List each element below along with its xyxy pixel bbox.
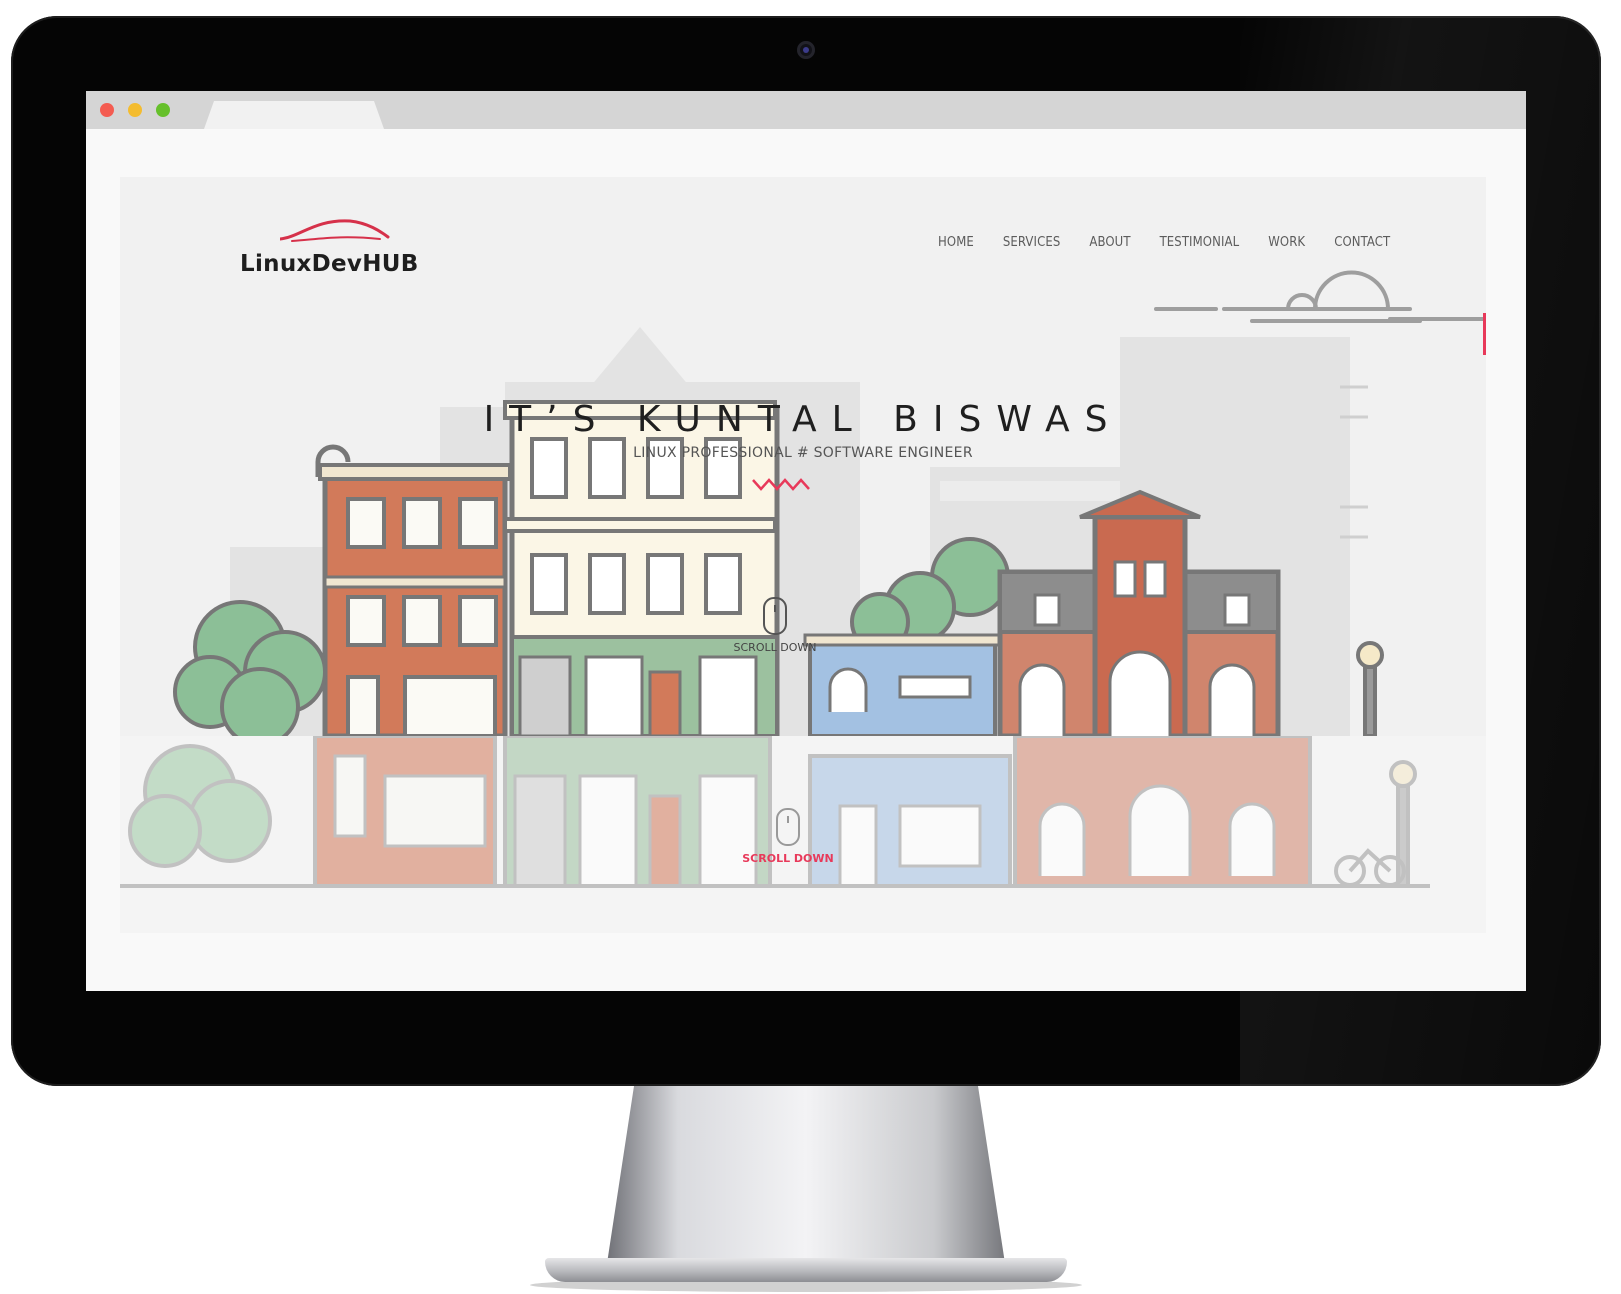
screen: LinuxDevHUB HOME SERVICES ABOUT TESTIMON… [86, 91, 1526, 991]
mouse-icon [763, 597, 787, 635]
mouse-icon [776, 808, 800, 846]
logo-swoosh-icon [280, 219, 390, 242]
monitor-stand [606, 1086, 1006, 1270]
nav-home[interactable]: HOME [938, 235, 974, 250]
nav-testimonial[interactable]: TESTIMONIAL [1160, 235, 1240, 250]
site-logo[interactable]: LinuxDevHUB [240, 215, 480, 285]
nav-work[interactable]: WORK [1268, 235, 1305, 250]
monitor-stand-base [545, 1258, 1067, 1282]
hero-lower-section: SCROLL DOWN [120, 736, 1486, 933]
web-page: LinuxDevHUB HOME SERVICES ABOUT TESTIMON… [86, 129, 1526, 991]
scroll-down-label-secondary: SCROLL DOWN [742, 852, 834, 865]
logo-text: LinuxDevHUB [240, 251, 419, 277]
main-nav: HOME SERVICES ABOUT TESTIMONIAL WORK CON… [938, 235, 1419, 250]
hero-title: IT’S KUNTAL BISWAS [483, 399, 1123, 441]
browser-tab[interactable] [204, 101, 384, 129]
scroll-down-label: SCROLL DOWN [733, 641, 817, 654]
browser-chrome [86, 91, 1526, 129]
nav-about[interactable]: ABOUT [1089, 235, 1130, 250]
scroll-down-indicator-secondary[interactable]: SCROLL DOWN [738, 808, 838, 865]
minimize-window-button[interactable] [128, 103, 142, 117]
accent-side-bar [1483, 313, 1486, 355]
nav-services[interactable]: SERVICES [1003, 235, 1060, 250]
close-window-button[interactable] [100, 103, 114, 117]
scroll-down-indicator[interactable]: SCROLL DOWN [730, 597, 820, 654]
zigzag-divider-icon [752, 478, 810, 491]
hero-section: LinuxDevHUB HOME SERVICES ABOUT TESTIMON… [120, 177, 1486, 736]
webcam-icon [797, 41, 815, 59]
hero-subtitle: LINUX PROFESSIONAL # SOFTWARE ENGINEER [633, 445, 973, 461]
nav-contact[interactable]: CONTACT [1334, 235, 1390, 250]
maximize-window-button[interactable] [156, 103, 170, 117]
